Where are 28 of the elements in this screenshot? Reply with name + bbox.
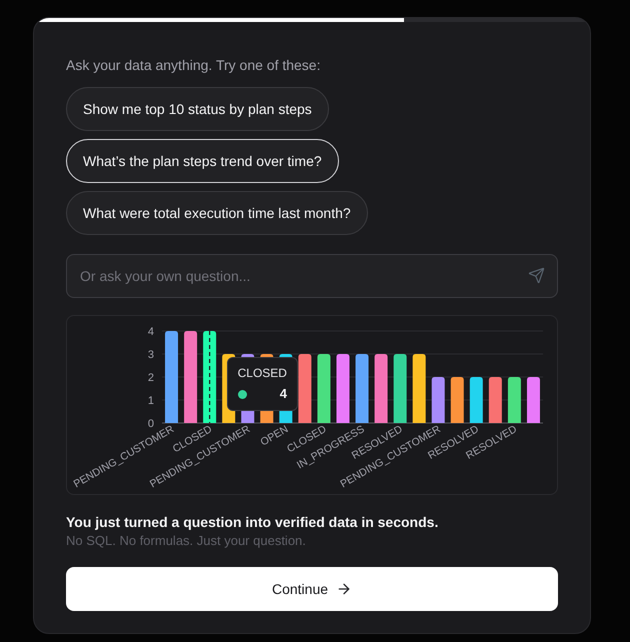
y-tick-label: 1	[148, 395, 154, 407]
bar[interactable]	[317, 354, 330, 423]
suggestion-chip[interactable]: Show me top 10 status by plan steps	[66, 87, 329, 131]
bar[interactable]	[526, 377, 540, 423]
prompt-text: Ask your data anything. Try one of these:	[66, 56, 322, 75]
status-dot-icon	[238, 390, 247, 398]
tooltip-label: CLOSED	[238, 366, 287, 380]
y-tick-label: 3	[148, 349, 154, 361]
question-input[interactable]: Or ask your own question...	[66, 254, 558, 298]
send-icon	[528, 267, 545, 284]
bar[interactable]	[356, 354, 369, 423]
y-tick-label: 0	[148, 418, 154, 430]
bar[interactable]	[394, 354, 407, 423]
suggestion-chip[interactable]: What were total execution time last month?	[66, 191, 368, 235]
continue-button[interactable]: Continue	[66, 567, 558, 611]
send-button[interactable]	[528, 267, 545, 284]
bar[interactable]	[336, 354, 350, 423]
headline-text: You just turned a question into verified data in seconds.	[66, 513, 440, 532]
tooltip-value: 4	[280, 387, 287, 401]
y-tick-label: 2	[148, 372, 154, 384]
bar[interactable]	[203, 331, 216, 423]
bar[interactable]	[508, 377, 521, 423]
subtext: No SQL. No formulas. Just your question.	[66, 532, 307, 550]
bar[interactable]	[165, 331, 178, 423]
bar[interactable]	[184, 331, 198, 423]
bar[interactable]	[374, 354, 388, 423]
suggestion-chip[interactable]: What’s the plan steps trend over time?	[66, 139, 339, 183]
y-tick-label: 4	[148, 326, 154, 338]
